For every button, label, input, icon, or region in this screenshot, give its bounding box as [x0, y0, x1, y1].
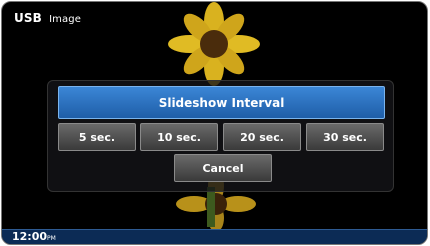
interval-30-sec-button[interactable]: 30 sec.: [306, 123, 384, 151]
clock-ampm: PM: [47, 235, 56, 242]
interval-20-sec-button[interactable]: 20 sec.: [223, 123, 301, 151]
cancel-button[interactable]: Cancel: [174, 154, 272, 182]
interval-10-sec-button[interactable]: 10 sec.: [140, 123, 218, 151]
device-screen: USB Image Slideshow Interval 5 sec. 10 s…: [1, 1, 428, 245]
screen-title: USB Image: [14, 11, 81, 25]
interval-5-sec-button[interactable]: 5 sec.: [58, 123, 136, 151]
screen-title-sub: Image: [49, 14, 81, 25]
status-bar: 12:00PM: [2, 229, 427, 244]
dialog-title: Slideshow Interval: [58, 86, 385, 119]
slideshow-interval-dialog: Slideshow Interval 5 sec. 10 sec. 20 sec…: [47, 80, 394, 192]
clock-time: 12:00: [12, 230, 48, 243]
clock: 12:00PM: [12, 230, 56, 244]
screen-title-main: USB: [14, 11, 42, 25]
